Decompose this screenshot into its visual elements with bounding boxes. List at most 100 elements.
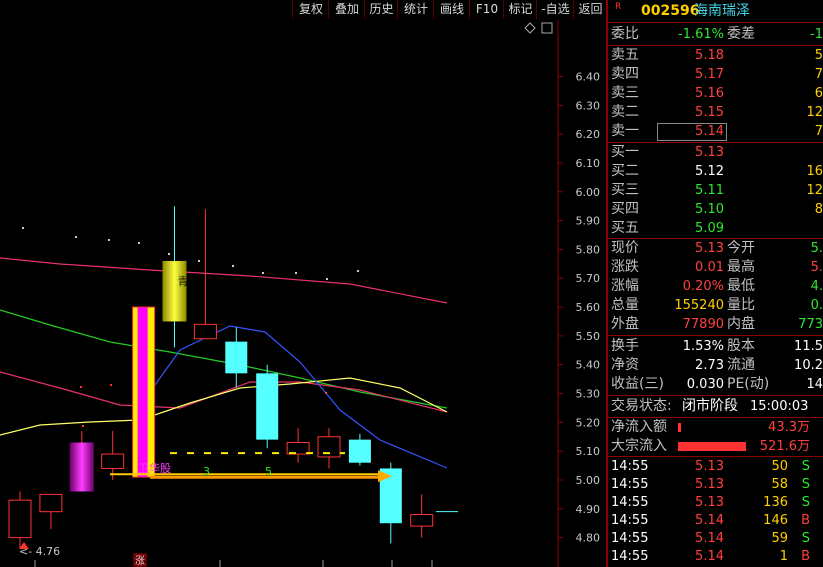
toolbar-button-biaoji[interactable]: 标记: [503, 0, 537, 19]
bid-row[interactable]: 买三 5.11 12: [608, 181, 823, 200]
dot-marker: [295, 272, 297, 274]
stat-row: 收益(三) 0.030 PE(动) 14: [608, 375, 823, 394]
dot-marker: [357, 270, 359, 272]
stat-row: 涨跌 0.01 最高 5.: [608, 258, 823, 277]
stat-label: 涨跌: [611, 259, 639, 275]
bid-price: 5.11: [695, 183, 724, 198]
ask-row[interactable]: 卖三 5.16 6: [608, 84, 823, 103]
dot-marker: [232, 265, 234, 267]
candle-body: [348, 439, 371, 463]
toolbar-button-lishi[interactable]: 历史: [364, 0, 398, 19]
bid-label: 买三: [611, 182, 639, 198]
kline-chart[interactable]: 6.40 6.30 6.20 6.10 6.00 5.90 5.80 5.70 5.60 5.50…: [0, 20, 605, 567]
candle-down: [225, 327, 248, 388]
stat-label: 收益(三): [611, 376, 664, 392]
bid-volume: 16: [806, 164, 823, 179]
dot-marker: [138, 242, 140, 244]
flow-value: 43.3万: [768, 420, 810, 435]
candle-down: [256, 364, 279, 449]
trade-price: 5.14: [695, 513, 724, 528]
stat-row: 净资 2.73 流通 10.2: [608, 356, 823, 375]
ask-row[interactable]: 卖二 5.15 12: [608, 103, 823, 122]
price-tick-label: 5.00: [576, 474, 601, 487]
flow-label: 大宗流入: [611, 438, 667, 454]
trade-price: 5.13: [695, 459, 724, 474]
window-icon: [541, 22, 553, 34]
candle-body: [39, 493, 63, 513]
trade-volume: 136: [763, 495, 788, 510]
stat-value: 0.20%: [682, 279, 724, 294]
candle-body: [225, 341, 248, 374]
candle-body: [256, 373, 279, 440]
price-tick-label: 5.90: [576, 215, 601, 228]
diamond-icon: [524, 22, 536, 34]
order-ratio-row: 委比 -1.61% 委差 -1: [608, 25, 823, 44]
marker-text: 卫华股: [138, 461, 171, 475]
r-badge: R: [615, 2, 622, 12]
candle-up: [39, 493, 63, 529]
tick-trade-row: 14:55 5.14 146 B: [608, 512, 823, 530]
trade-status-row: 交易状态: 闭市阶段 15:00:03: [608, 397, 823, 416]
toolbar-button-fanhui[interactable]: 返回: [573, 0, 607, 19]
ask-price: 5.17: [695, 67, 724, 82]
stat-value: 5.: [810, 260, 823, 275]
dot-marker: [110, 384, 112, 386]
bid-volume: 12: [806, 183, 823, 198]
toolbar-button-huaxian[interactable]: 画线: [433, 0, 470, 19]
toolbar-button-tongji[interactable]: 统计: [397, 0, 434, 19]
toolbar-button-diejia[interactable]: 叠加: [328, 0, 365, 19]
bid-row[interactable]: 买五 5.09: [608, 219, 823, 238]
stat-label: 最低: [727, 278, 755, 294]
dot-marker: [262, 272, 264, 274]
toolbar-button-zixuan[interactable]: -自选: [536, 0, 574, 19]
stat-label: 最高: [727, 259, 755, 275]
bid-row[interactable]: 买四 5.10 8: [608, 200, 823, 219]
dot-marker: [325, 392, 327, 394]
ask-price: 5.15: [695, 105, 724, 120]
price-tick-label: 6.00: [576, 186, 601, 199]
ask-label: 卖三: [611, 85, 639, 101]
ask-row[interactable]: 卖一 5.14 7: [608, 122, 823, 141]
price-tick-label: 5.70: [576, 272, 601, 285]
flow-bar: [678, 423, 681, 432]
trade-time: 14:55: [611, 531, 649, 546]
stat-value: 4.: [810, 279, 823, 294]
bid-row[interactable]: 买二 5.12 16: [608, 162, 823, 181]
count-label-b: 5: [265, 465, 272, 478]
flow-row: 大宗流入 521.6万: [608, 437, 823, 456]
price-tick-label: 6.40: [576, 71, 601, 84]
bid-label: 买一: [611, 144, 639, 160]
ratio-value: -1.61%: [678, 27, 724, 42]
divider-line: [608, 335, 823, 336]
candle-body: [193, 323, 217, 340]
trade-volume: 50: [771, 459, 788, 474]
quote-panel: R 002596 海南瑞泽 委比 -1.61% 委差 -1 卖五 5.18 5 卖四 5.17 7 卖三 5…: [608, 0, 823, 567]
tick-trade-row: 14:55 5.13 58 S: [608, 476, 823, 494]
candle-up: [101, 430, 125, 480]
ratio-label: 委比: [611, 26, 639, 42]
dot-marker: [168, 253, 170, 255]
ask-volume: 12: [806, 105, 823, 120]
ask-row[interactable]: 卖四 5.17 7: [608, 65, 823, 84]
trade-side: B: [801, 513, 810, 528]
toolbar-button-f10[interactable]: F10: [469, 0, 504, 19]
stat-label: 今开: [727, 240, 755, 256]
price-tick-label: 4.80: [576, 532, 601, 545]
candle-up: [69, 430, 94, 492]
stat-value: 1.53%: [682, 339, 724, 354]
trade-side: S: [801, 531, 810, 546]
candle-body: [8, 499, 32, 539]
price-tick-label: 5.10: [576, 445, 601, 458]
price-tick-label: 6.30: [576, 99, 601, 112]
ask-row[interactable]: 卖五 5.18 5: [608, 46, 823, 65]
trade-time: 14:55: [611, 549, 649, 564]
candle-body-inner: [137, 307, 148, 478]
diff-value: -1: [810, 27, 823, 42]
candle-up: [132, 306, 156, 478]
stock-code: 002596: [641, 3, 700, 19]
zhang-label: 涨: [135, 555, 145, 567]
kline-chart-panel[interactable]: 6.40 6.30 6.20 6.10 6.00 5.90 5.80 5.70 5.60 5.50…: [0, 20, 605, 567]
toolbar-button-fuquan[interactable]: 复权: [292, 0, 329, 19]
divider-line: [608, 395, 823, 396]
bid-row[interactable]: 买一 5.13: [608, 143, 823, 162]
